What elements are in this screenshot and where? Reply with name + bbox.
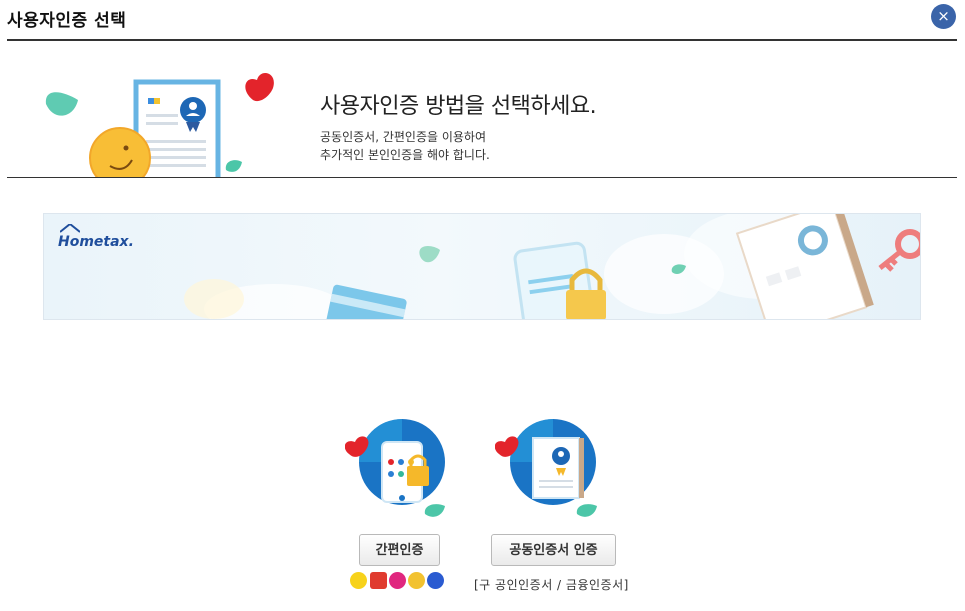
leaf-small-icon	[225, 160, 242, 172]
leaf-icon	[419, 246, 440, 263]
simple-auth-button[interactable]: 간편인증	[359, 534, 440, 566]
hometax-logo: Hometax.	[58, 224, 134, 250]
kakao-icon	[350, 572, 367, 589]
certificate-icon	[735, 214, 874, 319]
samsung-pass-icon	[427, 572, 444, 589]
dialog-titlebar: 사용자인증 선택 ×	[0, 0, 965, 40]
section-divider	[7, 177, 957, 178]
cert-auth-icon	[495, 419, 597, 517]
simple-auth-icon	[345, 419, 445, 517]
hero-description-line-2: 추가적인 본인인증을 해야 합니다.	[320, 148, 490, 162]
cert-note: [구 공인인증서 / 금융인증서]	[474, 578, 629, 592]
hero-illustration	[40, 70, 290, 177]
kb-icon	[408, 572, 425, 589]
pass-icon	[389, 572, 406, 589]
key-icon	[878, 229, 920, 272]
card-icon	[324, 284, 407, 319]
hero-heading: 사용자인증 방법을 선택하세요.	[320, 94, 597, 119]
payco-icon	[370, 572, 387, 589]
close-icon: ×	[937, 7, 950, 25]
hero-description-line-1: 공동인증서, 간편인증을 이용하여	[320, 130, 487, 144]
hometax-banner: Hometax.	[43, 213, 921, 320]
title-divider	[7, 39, 957, 41]
cert-auth-button[interactable]: 공동인증서 인증	[491, 534, 616, 566]
dialog-title: 사용자인증 선택	[7, 11, 127, 31]
hero-description: 공동인증서, 간편인증을 이용하여 추가적인 본인인증을 해야 합니다.	[320, 128, 490, 164]
leaf-icon	[45, 92, 78, 116]
close-button[interactable]: ×	[931, 4, 956, 29]
heart-icon	[245, 73, 274, 102]
hometax-logo-text: Hometax.	[58, 234, 134, 250]
